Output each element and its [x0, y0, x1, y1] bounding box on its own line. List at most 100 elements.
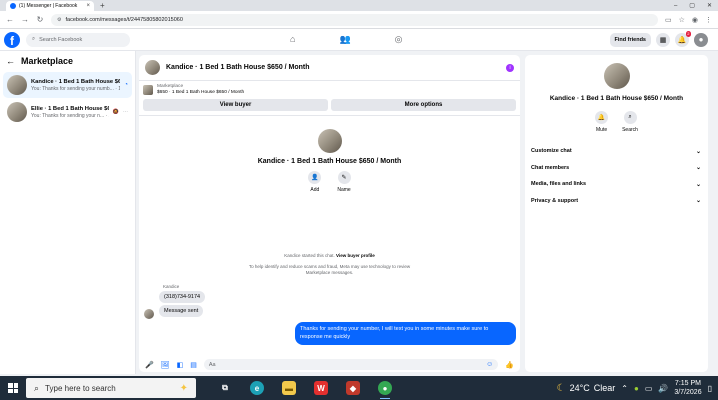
section-chat-members[interactable]: Chat members ⌄: [525, 160, 708, 177]
notifications-bell-icon[interactable]: 🔔 2: [675, 30, 691, 47]
more-options-button[interactable]: More options: [331, 99, 516, 111]
section-privacy-support[interactable]: Privacy & support ⌄: [525, 193, 708, 210]
profile-thumbnail: [317, 129, 342, 153]
microphone-icon[interactable]: 🎤: [145, 361, 154, 369]
facebook-logo-icon[interactable]: f: [4, 31, 20, 48]
maximize-button[interactable]: ▢: [689, 2, 695, 9]
search-action[interactable]: ⌕ Search: [622, 111, 638, 133]
marketplace-title: Marketplace: [21, 56, 74, 66]
copilot-sparkle-icon[interactable]: ✦: [180, 383, 188, 394]
friends-icon[interactable]: 👥: [339, 34, 350, 45]
name-action[interactable]: ✎ Name: [337, 171, 351, 193]
conversation-item-ellie[interactable]: Ellie · 1 Bed 1 Bath House $6... You: Th…: [3, 99, 132, 125]
system-tray: ☾ 24°C Clear ⌃ ● ▭ 🔊 7:15 PM 3/7/2026 ▯: [557, 379, 718, 397]
listing-detail: $650 · 1 Bed 1 Bath House $650 / Month: [157, 90, 245, 95]
gif-icon[interactable]: ▤: [190, 361, 197, 369]
close-window-button[interactable]: ✕: [707, 2, 712, 9]
chevron-down-icon: ⌄: [695, 148, 701, 155]
bookmark-star-icon[interactable]: ☆: [679, 16, 685, 24]
add-action[interactable]: 👤 Add: [308, 171, 322, 193]
task-view-icon[interactable]: ⧉: [218, 381, 232, 395]
seen-indicator-icon: ◔: [124, 82, 128, 88]
file-explorer-icon[interactable]: ▬: [282, 381, 296, 395]
edge-browser-icon[interactable]: e: [250, 381, 264, 395]
section-customize-chat[interactable]: Customize chat ⌄: [525, 143, 708, 160]
start-button[interactable]: [0, 383, 26, 393]
notification-center-icon[interactable]: ▯: [708, 384, 712, 393]
weather-widget[interactable]: ☾ 24°C Clear: [557, 383, 616, 394]
right-navigation: Find friends ▦ 🔔 2 ●: [609, 30, 708, 47]
close-tab-icon[interactable]: ×: [86, 3, 90, 9]
more-options-icon[interactable]: ⋯: [123, 109, 128, 115]
conversation-thumbnail: [7, 75, 27, 95]
clock-date: 3/7/2026: [674, 389, 702, 396]
conversation-item-kandice[interactable]: Kandice · 1 Bed 1 Bath House $6... You: …: [3, 72, 132, 98]
game-app-icon[interactable]: ◆: [346, 381, 360, 395]
marketplace-header: ← Marketplace: [0, 51, 135, 71]
chat-title[interactable]: Kandice · 1 Bed 1 Bath House $650 / Mont…: [166, 64, 310, 71]
url-field[interactable]: ⚙ facebook.com/messages/t/24475805802015…: [51, 13, 658, 26]
message-input[interactable]: Aa ☺: [203, 359, 499, 370]
section-media-files-links[interactable]: Media, files and links ⌄: [525, 176, 708, 193]
wps-office-icon[interactable]: W: [314, 381, 328, 395]
bell-icon: 🔔: [595, 111, 609, 124]
reload-icon[interactable]: ↻: [36, 15, 44, 24]
section-label: Privacy & support: [531, 197, 579, 204]
chat-thumbnail[interactable]: [145, 60, 160, 75]
listing-summary[interactable]: Marketplace $650 · 1 Bed 1 Bath House $6…: [139, 81, 520, 99]
view-buyer-button[interactable]: View buyer: [143, 99, 328, 111]
browser-tab[interactable]: (1) Messenger | Facebook ×: [6, 1, 94, 11]
back-icon[interactable]: ←: [6, 15, 14, 24]
mute-action[interactable]: 🔔 Mute: [595, 111, 609, 133]
site-info-icon[interactable]: ⚙: [57, 17, 61, 23]
forward-icon[interactable]: →: [21, 15, 29, 24]
gaming-icon[interactable]: ◎: [395, 34, 403, 45]
chat-started-notice: Kandice started this chat. View buyer pr…: [139, 253, 520, 258]
message-placeholder: Aa: [208, 361, 216, 368]
incoming-message-sent[interactable]: Message sent: [159, 305, 204, 317]
search-icon: ⌕: [32, 36, 36, 42]
taskbar-search-input[interactable]: ⌕ Type here to search ✦: [26, 378, 196, 398]
network-icon[interactable]: ▭: [645, 384, 653, 393]
pencil-icon: ✎: [337, 171, 351, 184]
minimize-button[interactable]: –: [674, 3, 677, 9]
section-label: Chat members: [531, 164, 570, 171]
search-input[interactable]: ⌕ Search Facebook: [26, 32, 130, 47]
muted-icon: 🔕: [112, 109, 119, 115]
url-text: facebook.com/messages/t/2447580580201506…: [65, 16, 183, 23]
info-sections: Customize chat ⌄ Chat members ⌄ Media, f…: [525, 143, 708, 209]
outgoing-message[interactable]: Thanks for sending your number, I will t…: [295, 322, 516, 345]
chevron-up-icon[interactable]: ⌃: [621, 384, 628, 393]
app-tray-icon[interactable]: ●: [634, 384, 639, 393]
home-icon[interactable]: ⌂: [290, 34, 295, 45]
emoji-icon[interactable]: ☺: [486, 361, 493, 368]
photo-icon[interactable]: 🖼: [161, 361, 170, 369]
browser-tab-bar: (1) Messenger | Facebook × + – ▢ ✕: [0, 0, 718, 11]
chevron-down-icon: ⌄: [695, 181, 701, 188]
scam-notice-line-2: Marketplace messages.: [305, 270, 354, 275]
conversation-preview: You: Thanks for sending your numb... · 1…: [31, 85, 121, 92]
address-bar-row: ← → ↻ ⚙ facebook.com/messages/t/24475805…: [0, 11, 718, 29]
listing-thumbnail: [143, 85, 153, 95]
view-buyer-profile-link[interactable]: View buyer profile: [336, 253, 375, 258]
account-avatar[interactable]: ●: [694, 32, 708, 47]
clock[interactable]: 7:15 PM 3/7/2026: [674, 379, 701, 397]
info-icon[interactable]: i: [506, 63, 514, 72]
chrome-browser-icon[interactable]: ●: [378, 381, 392, 399]
back-arrow-icon[interactable]: ←: [6, 56, 15, 66]
find-friends-button[interactable]: Find friends: [609, 32, 651, 47]
new-tab-button[interactable]: +: [100, 1, 105, 11]
sticker-icon[interactable]: ◧: [177, 361, 184, 369]
incoming-message-phone[interactable]: (318)734-9174: [159, 291, 206, 303]
scam-notice: To help identify and reduce scams and fr…: [139, 264, 520, 276]
menu-dots-icon[interactable]: ⋮: [705, 16, 712, 24]
conversation-title: Ellie · 1 Bed 1 Bath House $6...: [31, 105, 109, 112]
like-thumb-icon[interactable]: 👍: [505, 361, 514, 369]
volume-icon[interactable]: 🔊: [658, 384, 668, 393]
menu-grid-icon[interactable]: ▦: [656, 32, 670, 47]
sender-avatar: [144, 309, 154, 319]
search-icon: ⌕: [623, 111, 637, 124]
tab-title: (1) Messenger | Facebook: [19, 3, 78, 9]
cast-icon[interactable]: ▭: [665, 16, 672, 24]
profile-icon[interactable]: ◉: [692, 16, 698, 24]
